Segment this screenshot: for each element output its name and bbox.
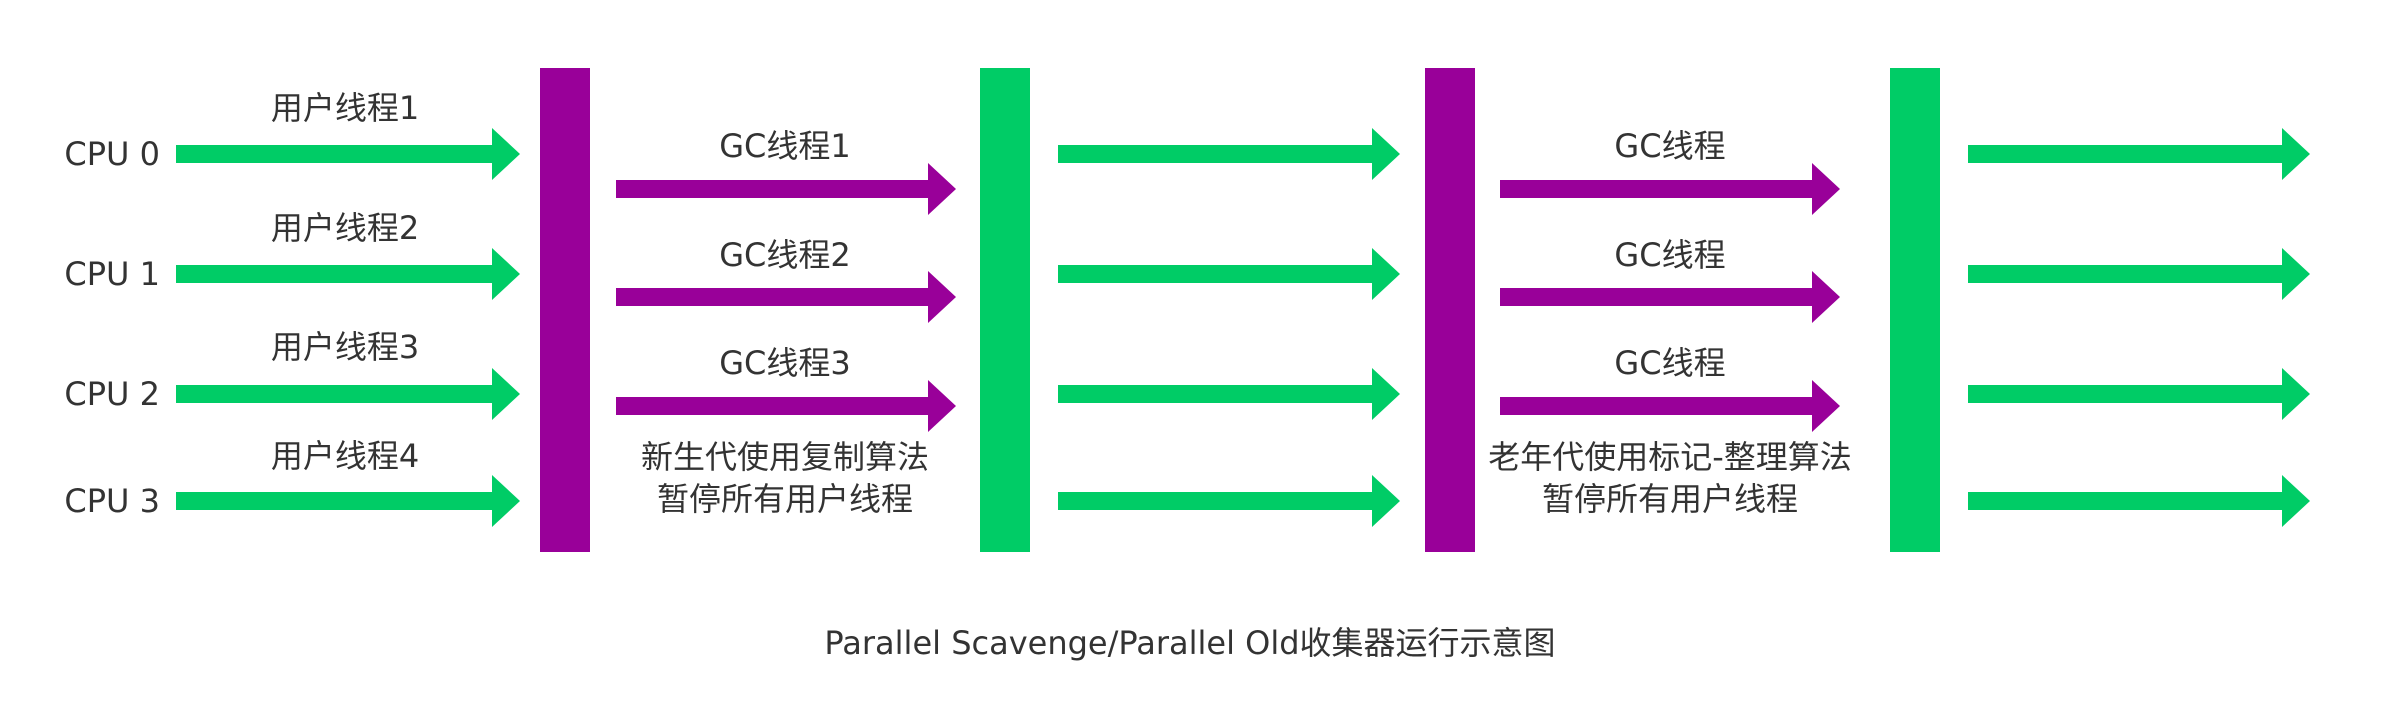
user-thread-arrow xyxy=(1968,128,2310,180)
safepoint-bar-old-gc-end xyxy=(1890,68,1940,552)
young-gc-thread-label: GC线程2 xyxy=(719,236,851,274)
gc-thread-arrow xyxy=(616,271,956,323)
young-gc-note-line-2: 暂停所有用户线程 xyxy=(656,480,914,518)
user-threads-phase-2 xyxy=(1058,128,1400,527)
user-thread-arrow xyxy=(176,248,520,300)
user-thread-arrow xyxy=(1058,128,1400,180)
old-gc-threads xyxy=(1500,163,1840,432)
safepoint-bar-young-gc-end xyxy=(980,68,1030,552)
cpu-label: CPU 2 xyxy=(64,375,160,413)
cpu-label: CPU 0 xyxy=(64,135,160,173)
old-gc-thread-label: GC线程 xyxy=(1614,127,1726,165)
user-thread-arrow xyxy=(1968,248,2310,300)
cpu-label: CPU 3 xyxy=(64,482,160,520)
young-gc-thread-label: GC线程3 xyxy=(719,344,851,382)
user-thread-arrow xyxy=(176,475,520,527)
gc-thread-arrow xyxy=(1500,271,1840,323)
user-threads-phase-3 xyxy=(1968,128,2310,527)
young-gc-thread-label: GC线程1 xyxy=(719,127,851,165)
user-thread-label: 用户线程3 xyxy=(270,328,420,366)
young-gc-note-line-1: 新生代使用复制算法 xyxy=(640,438,930,476)
old-gc-note-line-2: 暂停所有用户线程 xyxy=(1541,480,1799,518)
old-gc-thread-label: GC线程 xyxy=(1614,236,1726,274)
user-thread-arrow xyxy=(176,128,520,180)
user-thread-arrow xyxy=(1058,248,1400,300)
gc-thread-arrow xyxy=(1500,380,1840,432)
cpu-label: CPU 1 xyxy=(64,255,160,293)
user-thread-arrow xyxy=(176,368,520,420)
old-gc-note-line-1: 老年代使用标记-整理算法 xyxy=(1488,438,1852,476)
diagram-caption: Parallel Scavenge/Parallel Old收集器运行示意图 xyxy=(824,624,1556,662)
safepoint-bar-young-gc-start xyxy=(540,68,590,552)
user-thread-label: 用户线程1 xyxy=(270,89,420,127)
gc-thread-arrow xyxy=(616,380,956,432)
user-thread-label: 用户线程2 xyxy=(270,209,420,247)
old-gc-thread-label: GC线程 xyxy=(1614,344,1726,382)
gc-thread-arrow xyxy=(616,163,956,215)
user-thread-arrow xyxy=(1968,475,2310,527)
young-gc-threads xyxy=(616,163,956,432)
gc-thread-arrow xyxy=(1500,163,1840,215)
user-thread-label: 用户线程4 xyxy=(270,437,420,475)
user-thread-arrow xyxy=(1058,368,1400,420)
user-thread-arrow xyxy=(1968,368,2310,420)
user-thread-arrow xyxy=(1058,475,1400,527)
safepoint-bar-old-gc-start xyxy=(1425,68,1475,552)
